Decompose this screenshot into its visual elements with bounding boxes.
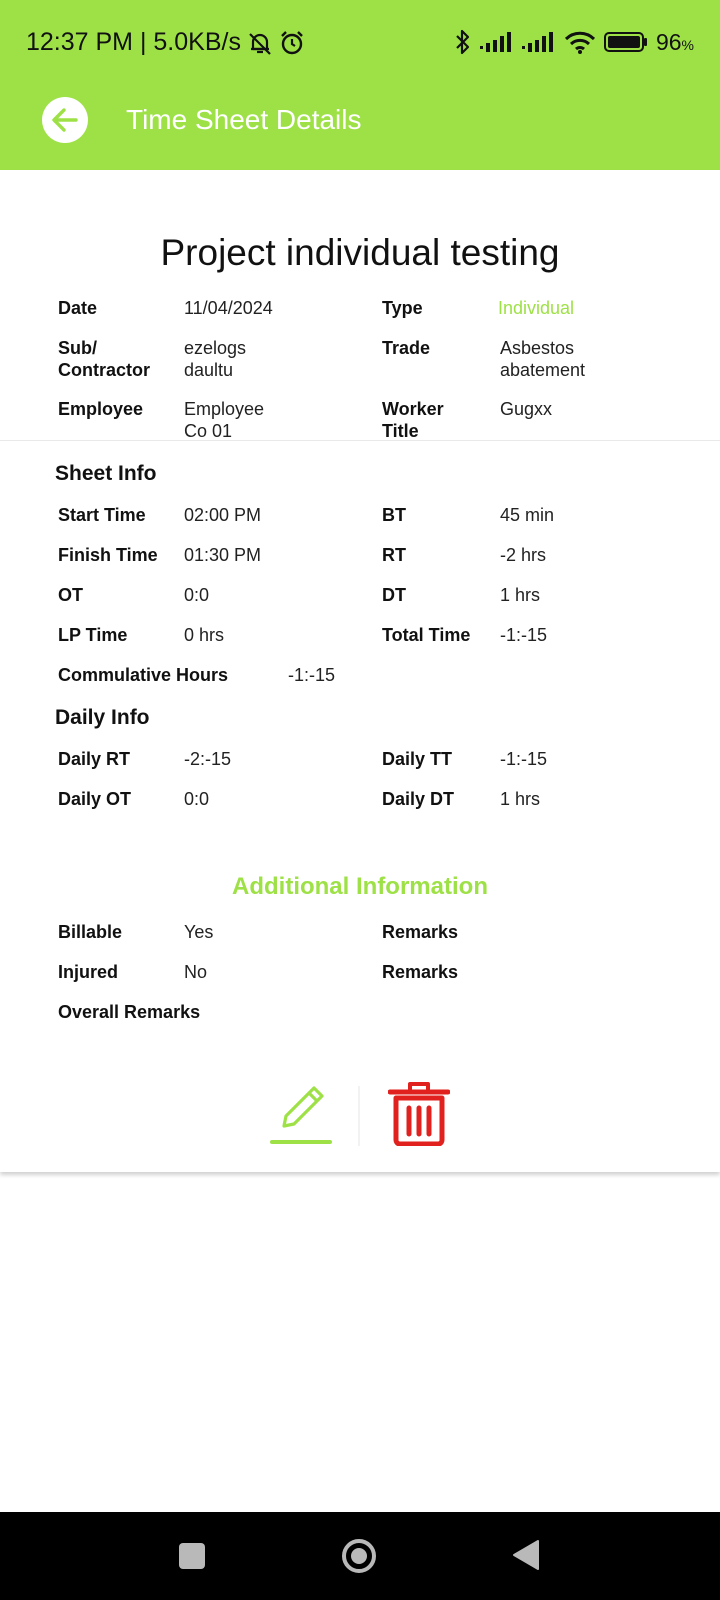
arrow-left-icon [52,108,78,132]
battery-percent: 96% [656,29,694,56]
date-label: Date [58,298,98,318]
daily-tt-value: -1:-15 [500,749,548,769]
trade-label: Trade [382,338,431,358]
daily-tt-label: Daily TT [382,749,453,769]
injured-value: No [184,962,208,982]
status-bar: 12:37 PM | 5.0KB/s 96% [0,0,720,86]
trade-value-line1: Asbestos [500,338,575,358]
dt-value: 1 hrs [500,585,541,605]
sub-contractor-value-line2: daultu [184,360,234,380]
total-time-label: Total Time [382,625,471,645]
type-label: Type [382,298,423,318]
delete-button[interactable] [387,1082,451,1147]
employee-label: Employee [58,399,144,419]
worker-title-label-line2: Title [382,421,419,441]
finish-time-value: 01:30 PM [184,545,262,565]
status-time-speed: 12:37 PM | 5.0KB/s [26,28,241,56]
worker-title-value: Gugxx [500,399,553,419]
cumulative-hours-label: Commulative Hours [58,665,229,685]
start-time-value: 02:00 PM [184,505,262,525]
daily-dt-label: Daily DT [382,789,455,809]
back-icon[interactable] [512,1539,540,1571]
wifi-icon [564,31,596,54]
worker-title-label-line1: Worker [382,399,444,419]
rt-value: -2 hrs [500,545,547,565]
battery-unit: % [681,36,694,53]
daily-ot-value: 0:0 [184,789,210,809]
billable-value: Yes [184,922,214,942]
employee-value-line2: Co 01 [184,421,233,441]
trade-value-line2: abatement [500,360,586,380]
status-right: 96% [454,28,694,56]
sub-contractor-value-line1: ezelogs [184,338,247,358]
daily-ot-label: Daily OT [58,789,132,809]
additional-info-heading: Additional Information [232,873,488,900]
back-button[interactable] [42,97,88,143]
injury-remarks-label: Remarks [382,962,459,982]
battery-icon [603,32,647,52]
mute-bell-icon [249,32,271,55]
home-icon[interactable] [341,1538,377,1574]
overall-remarks-label: Overall Remarks [58,1002,201,1022]
remarks-label: Remarks [382,922,459,942]
edit-button[interactable] [270,1082,334,1146]
daily-rt-value: -2:-15 [184,749,232,769]
billable-label: Billable [58,922,123,942]
project-title: Project individual testing [160,232,560,273]
type-value: Individual [498,298,575,318]
ot-value: 0:0 [184,585,210,605]
lp-time-value: 0 hrs [184,625,225,645]
trash-icon [387,1082,451,1147]
status-left: 12:37 PM | 5.0KB/s [26,28,305,57]
dt-label: DT [382,585,406,605]
finish-time-label: Finish Time [58,545,158,565]
sheet-info-heading: Sheet Info [55,462,157,485]
signal-icon [479,32,511,52]
start-time-label: Start Time [58,505,146,525]
rt-label: RT [382,545,406,565]
pencil-icon [270,1086,332,1144]
injured-label: Injured [58,962,119,982]
bt-value: 45 min [500,505,555,525]
bluetooth-icon [456,29,470,55]
action-separator [358,1086,360,1146]
signal-icon [521,32,553,52]
lp-time-label: LP Time [58,625,128,645]
daily-info-heading: Daily Info [55,706,150,729]
daily-dt-value: 1 hrs [500,789,541,809]
date-value: 11/04/2024 [184,298,273,318]
battery-value: 96 [655,28,682,55]
daily-rt-label: Daily RT [58,749,131,769]
page-title: Time Sheet Details [126,104,362,135]
ot-label: OT [58,585,83,605]
cumulative-hours-value: -1:-15 [288,665,336,685]
alarm-icon [281,30,303,54]
recent-apps-icon[interactable] [179,1543,205,1569]
section-divider [0,440,720,441]
total-time-value: -1:-15 [500,625,548,645]
bt-label: BT [382,505,406,525]
sub-contractor-label-line2: Contractor [58,360,151,380]
sub-contractor-label-line1: Sub/ [58,338,97,358]
employee-value-line1: Employee [184,399,265,419]
